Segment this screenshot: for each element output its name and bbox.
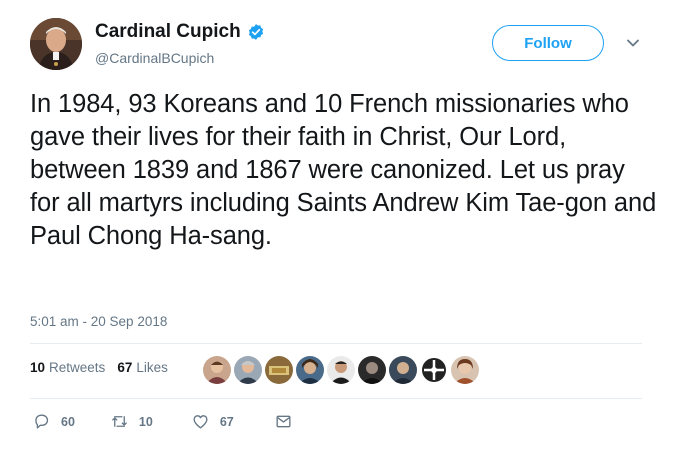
tweet-card: Cardinal Cupich @CardinalBCupich Follow … <box>0 0 680 458</box>
liker-avatar[interactable] <box>234 356 262 384</box>
liker-avatar[interactable] <box>265 356 293 384</box>
reply-count: 60 <box>61 414 75 429</box>
likes-stat[interactable]: 67 Likes <box>117 360 168 375</box>
tweet-text: In 1984, 93 Koreans and 10 French missio… <box>30 90 657 250</box>
retweet-count: 10 <box>138 414 153 429</box>
verified-badge-icon <box>247 23 265 41</box>
liker-avatars <box>203 356 479 384</box>
chevron-down-icon[interactable] <box>624 34 642 52</box>
author-name-text[interactable]: Cardinal Cupich <box>95 21 241 43</box>
retweet-button[interactable]: 10 <box>110 412 153 431</box>
engagement-stats: 10 Retweets 67 Likes <box>30 360 180 375</box>
likes-label: Likes <box>136 360 168 375</box>
author-avatar[interactable] <box>30 18 82 70</box>
heart-icon <box>193 415 208 429</box>
reply-button[interactable]: 60 <box>32 412 75 431</box>
likes-count: 67 <box>117 360 133 375</box>
like-count: 67 <box>219 414 234 429</box>
divider <box>30 398 642 399</box>
liker-avatar[interactable] <box>203 356 231 384</box>
liker-avatar[interactable] <box>389 356 417 384</box>
retweets-stat[interactable]: 10 Retweets <box>30 360 105 375</box>
reply-icon <box>35 414 49 429</box>
divider <box>30 343 642 344</box>
liker-avatar[interactable] <box>420 356 448 384</box>
author-name[interactable]: Cardinal Cupich <box>95 21 265 43</box>
tweet-timestamp[interactable]: 5:01 am - 20 Sep 2018 <box>30 314 167 329</box>
liker-avatar[interactable] <box>327 356 355 384</box>
tweet-actions: 60 10 67 <box>32 412 293 431</box>
direct-message-button[interactable] <box>274 412 293 431</box>
liker-avatar[interactable] <box>451 356 479 384</box>
follow-button[interactable]: Follow <box>492 25 604 61</box>
retweet-icon <box>112 416 127 427</box>
liker-avatar[interactable] <box>296 356 324 384</box>
retweets-label: Retweets <box>49 360 106 375</box>
like-button[interactable]: 67 <box>191 412 234 431</box>
liker-avatar[interactable] <box>358 356 386 384</box>
author-handle[interactable]: @CardinalBCupich <box>95 50 214 66</box>
envelope-icon <box>276 415 291 428</box>
retweets-count: 10 <box>30 360 46 375</box>
